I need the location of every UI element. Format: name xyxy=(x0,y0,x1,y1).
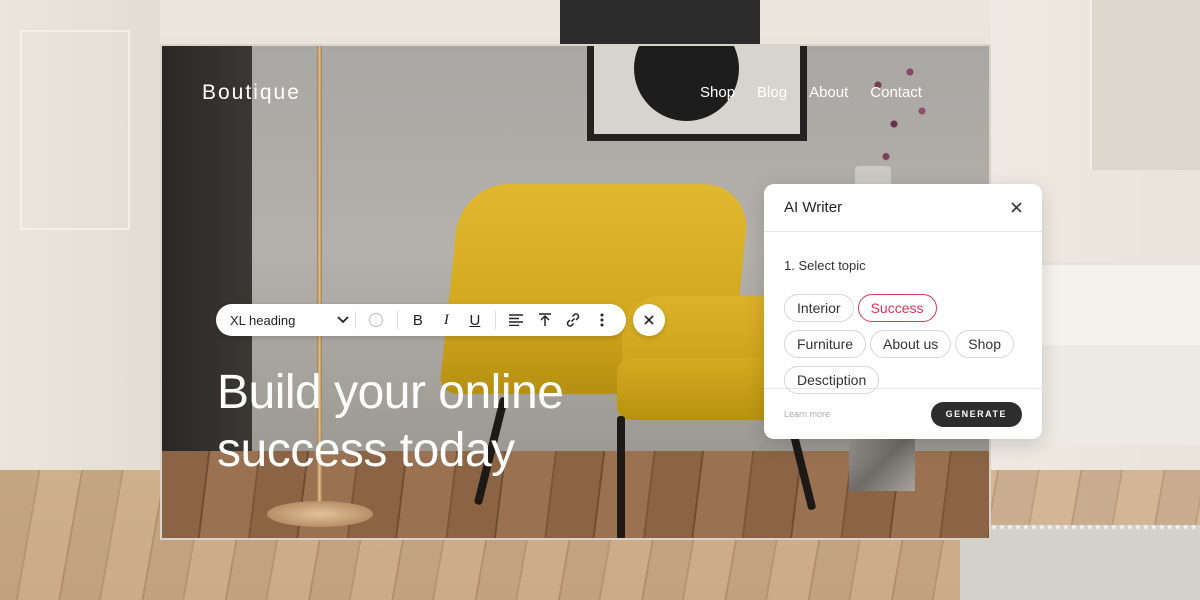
background-panel xyxy=(20,30,130,230)
close-icon xyxy=(644,315,654,325)
underline-icon: U xyxy=(469,311,481,329)
align-left-icon xyxy=(509,314,524,326)
hero-headline[interactable]: Build your online success today xyxy=(217,364,564,480)
ai-writer-header: AI Writer xyxy=(764,184,1042,232)
bold-icon: B xyxy=(412,311,423,329)
toolbar-divider xyxy=(355,311,357,329)
bold-button[interactable]: B xyxy=(404,306,433,334)
italic-button[interactable]: I xyxy=(432,306,461,334)
color-picker-button[interactable] xyxy=(362,306,391,334)
topic-chip-about-us[interactable]: About us xyxy=(870,330,952,358)
more-options-button[interactable] xyxy=(588,306,617,334)
nav-about[interactable]: About xyxy=(809,84,848,101)
nav-shop[interactable]: Shop xyxy=(700,84,735,101)
background-picture-frame xyxy=(560,0,760,44)
toolbar-divider xyxy=(396,311,398,329)
hero-chair-leg xyxy=(617,416,625,538)
hero-lamp-base xyxy=(267,501,373,527)
toolbar-close-button[interactable] xyxy=(633,304,665,336)
ai-writer-title: AI Writer xyxy=(784,199,843,216)
headline-line-1[interactable]: Build your online xyxy=(217,366,564,419)
hero-flower-branch xyxy=(862,46,942,176)
nav-contact[interactable]: Contact xyxy=(870,84,922,101)
link-icon xyxy=(567,313,580,327)
link-button[interactable] xyxy=(559,306,588,334)
ai-writer-body: 1. Select topic Interior Success Furnitu… xyxy=(764,232,1042,394)
ai-writer-footer: Learn more GENERATE xyxy=(764,389,1042,439)
ai-writer-panel: AI Writer 1. Select topic Interior Succe… xyxy=(764,184,1042,439)
text-style-value: XL heading xyxy=(230,312,296,328)
topic-chip-description[interactable]: Desctiption xyxy=(784,366,880,394)
headline-line-2[interactable]: success today xyxy=(217,424,515,477)
text-style-select[interactable]: XL heading xyxy=(230,313,349,328)
site-nav: Shop Blog About Contact xyxy=(700,84,922,101)
chevron-down-icon xyxy=(337,316,349,324)
topic-chip-shop[interactable]: Shop xyxy=(955,330,1014,358)
align-button[interactable] xyxy=(502,306,531,334)
nav-blog[interactable]: Blog xyxy=(757,84,787,101)
site-logo[interactable]: Boutique xyxy=(202,81,301,105)
vertical-align-button[interactable] xyxy=(531,306,560,334)
italic-icon: I xyxy=(443,311,449,328)
topic-chip-success[interactable]: Success xyxy=(857,294,937,322)
background-panel-right xyxy=(1090,0,1200,170)
hero-marble-stand xyxy=(849,436,915,491)
text-format-toolbar: XL heading B I U xyxy=(216,304,626,336)
topic-chip-group: Interior Success Furniture About us Shop… xyxy=(784,294,1022,394)
color-circle-icon xyxy=(369,313,384,327)
topic-chip-interior[interactable]: Interior xyxy=(784,294,854,322)
close-icon[interactable] xyxy=(1011,202,1022,213)
generate-button[interactable]: GENERATE xyxy=(930,401,1022,427)
background-rug xyxy=(960,525,1200,600)
align-top-icon xyxy=(538,313,551,326)
underline-button[interactable]: U xyxy=(461,306,490,334)
topic-chip-furniture[interactable]: Furniture xyxy=(784,330,867,358)
more-vertical-icon xyxy=(600,313,604,327)
topic-step-label: 1. Select topic xyxy=(784,258,866,273)
learn-more-link[interactable]: Learn more xyxy=(784,409,830,419)
toolbar-divider xyxy=(495,311,497,329)
